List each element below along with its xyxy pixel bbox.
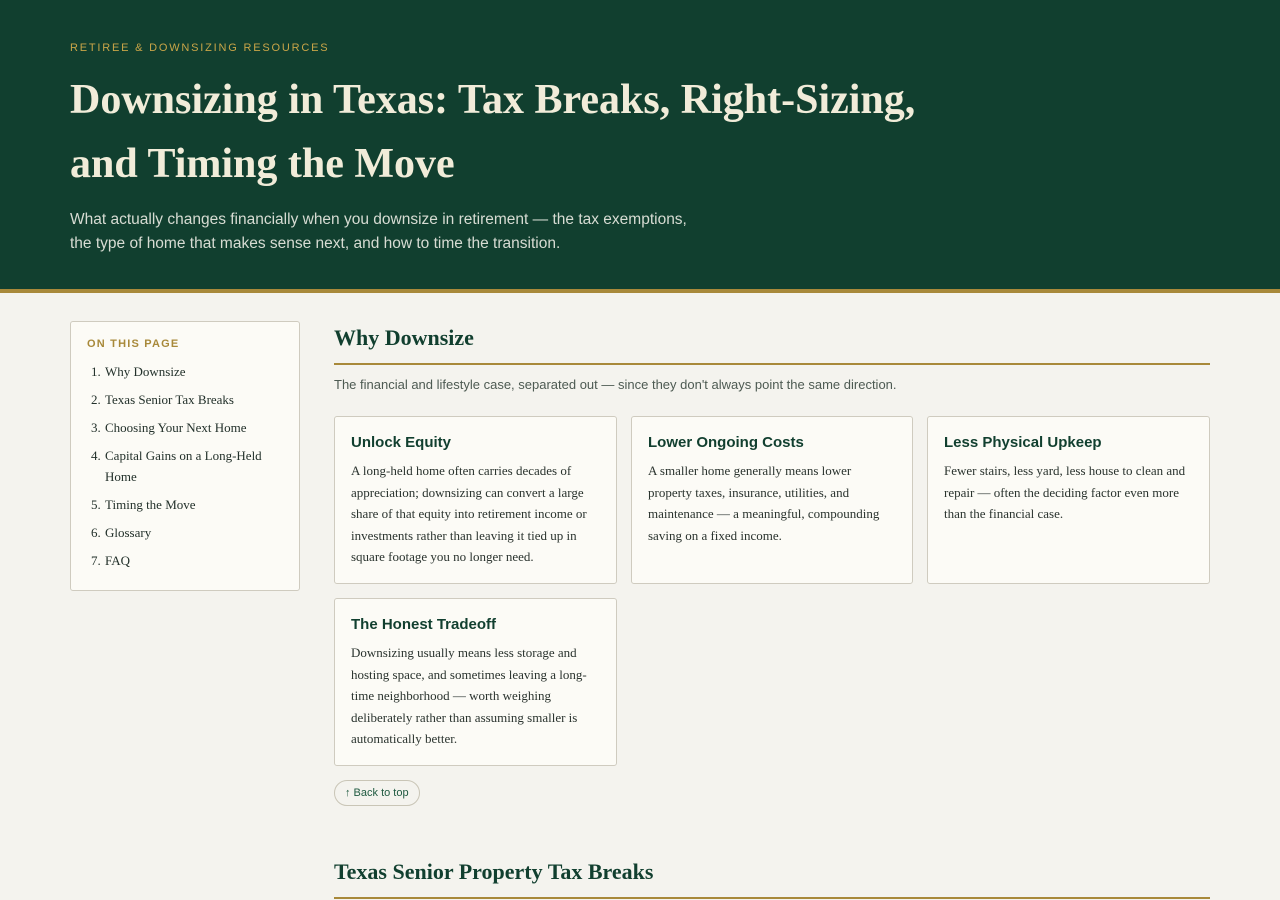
toc-item-label: Timing the Move — [105, 497, 196, 512]
toc-item-faq[interactable]: 7. FAQ — [87, 550, 283, 571]
card-title: Less Physical Upkeep — [944, 434, 1102, 451]
card-lower-costs: Lower Ongoing Costs A smaller home gener… — [631, 416, 913, 584]
card-unlock-equity: Unlock Equity A long-held home often car… — [334, 416, 617, 584]
page-header: RETIREE & DOWNSIZING RESOURCES Downsizin… — [0, 0, 1280, 293]
toc-item-glossary[interactable]: 6. Glossary — [87, 522, 283, 543]
toc-item-number: 4. — [91, 448, 101, 463]
page-title: Downsizing in Texas: Tax Breaks, Right-S… — [70, 77, 916, 187]
toc-item-label: FAQ — [105, 553, 131, 568]
toc-item-number: 7. — [91, 553, 101, 568]
section-why-downsize: Why Downsize The financial and lifestyle… — [334, 325, 1210, 806]
toc-item-next-home[interactable]: 3. Choosing Your Next Home — [87, 417, 283, 438]
table-of-contents: ON THIS PAGE 1. Why Downsize 2. Texas Seni… — [70, 321, 300, 591]
toc-item-number: 3. — [91, 420, 101, 435]
eyebrow-label: RETIREE & DOWNSIZING RESOURCES — [70, 42, 330, 54]
toc-item-label: Why Downsize — [105, 364, 186, 379]
toc-title: ON THIS PAGE — [87, 338, 180, 350]
toc-item-label: Capital Gains on a Long-Held Home — [105, 448, 262, 484]
section-tax-breaks: Texas Senior Property Tax Breaks — [334, 859, 1210, 899]
back-to-top-button[interactable]: ↑ Back to top — [334, 780, 420, 806]
card-body: A smaller home generally means lower pro… — [648, 463, 880, 543]
toc-list: 1. Why Downsize 2. Texas Senior Tax Breaks… — [87, 361, 283, 571]
card-honest-tradeoff: The Honest Tradeoff Downsizing usually m… — [334, 598, 617, 766]
toc-item-why-downsize[interactable]: 1. Why Downsize — [87, 361, 283, 382]
card-body: Fewer stairs, less yard, less house to c… — [944, 463, 1186, 521]
section-subtitle: The financial and lifestyle case, separa… — [334, 377, 897, 392]
toc-item-number: 1. — [91, 364, 101, 379]
toc-item-number: 2. — [91, 392, 101, 407]
card-body: Downsizing usually means less storage an… — [351, 645, 587, 746]
card-title: Lower Ongoing Costs — [648, 434, 804, 451]
card-title: The Honest Tradeoff — [351, 616, 497, 633]
toc-item-number: 5. — [91, 497, 101, 512]
toc-item-label: Choosing Your Next Home — [105, 420, 247, 435]
card-less-upkeep: Less Physical Upkeep Fewer stairs, less … — [927, 416, 1210, 584]
toc-item-label: Texas Senior Tax Breaks — [105, 392, 234, 407]
section-title: Why Downsize — [334, 325, 1210, 365]
card-body: A long-held home often carries decades o… — [351, 463, 587, 564]
card-title: Unlock Equity — [351, 434, 452, 451]
card-grid: Unlock Equity A long-held home often car… — [334, 416, 1210, 766]
toc-item-label: Glossary — [105, 525, 152, 540]
toc-item-timing[interactable]: 5. Timing the Move — [87, 494, 283, 515]
toc-item-capital-gains[interactable]: 4. Capital Gains on a Long-Held Home — [87, 445, 283, 487]
toc-item-number: 6. — [91, 525, 101, 540]
section-title: Texas Senior Property Tax Breaks — [334, 859, 1210, 899]
toc-item-tax-breaks[interactable]: 2. Texas Senior Tax Breaks — [87, 389, 283, 410]
page-lede: What actually changes financially when y… — [70, 211, 687, 252]
